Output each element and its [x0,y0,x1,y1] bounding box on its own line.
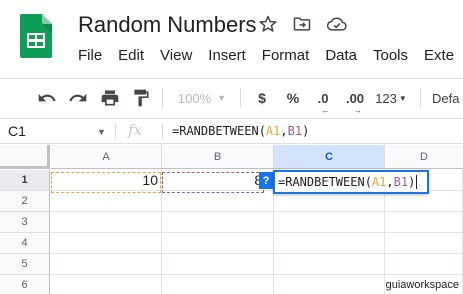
increase-decimal-button[interactable]: .00 → [341,79,369,117]
formula-bar-divider [162,123,163,140]
menu-extensions[interactable]: Exte [424,47,454,64]
arrow-left-icon: ← [321,105,330,115]
toolbar-divider [420,88,421,108]
font-select[interactable]: Defa [432,79,463,117]
column-header-a[interactable]: A [51,145,162,169]
print-icon[interactable] [97,79,123,117]
row-header-6[interactable]: 6 [0,275,50,294]
number-format-select[interactable]: 123 ▼ [372,79,410,117]
number-format-label: 123 [375,90,397,106]
row-header-2[interactable]: 2 [0,191,50,212]
cell-d4[interactable] [385,233,463,254]
menu-file[interactable]: File [78,47,102,64]
decrease-decimal-label: .0 ← [317,90,330,115]
currency-format-button[interactable]: $ [252,79,272,117]
cell-a5[interactable] [51,254,162,275]
zoom-value: 100% [177,90,212,106]
cell-editor[interactable]: =RANDBETWEEN(A1, B1) [273,170,429,194]
cell-b6[interactable] [162,275,274,294]
cell-b3[interactable] [162,212,274,233]
menu-data[interactable]: Data [325,47,357,64]
cell-b2[interactable] [162,191,274,212]
name-box[interactable]: C1 [8,123,26,139]
menu-format[interactable]: Format [262,47,310,64]
chevron-down-icon[interactable]: ▼ [97,127,106,137]
cell-b4[interactable] [162,233,274,254]
formula-input[interactable]: =RANDBETWEEN(A1,B1) [172,124,309,138]
cell-a4[interactable] [51,233,162,254]
toolbar: 100% ▼ $ % .0 ← .00 → 123 ▼ Defa [0,78,463,116]
paint-format-icon[interactable] [128,79,154,117]
select-all-corner[interactable] [0,145,50,169]
toolbar-divider [162,88,163,108]
cell-a6[interactable] [51,275,162,294]
star-icon[interactable] [258,14,278,34]
cell-c3[interactable] [274,212,385,233]
text-cursor [416,175,418,189]
watermark: guiaworkspace [385,279,459,291]
move-folder-icon[interactable] [292,14,312,34]
cell-b5[interactable] [162,254,274,275]
menu-view[interactable]: View [160,47,192,64]
cell-c6[interactable] [274,275,385,294]
cell-d3[interactable] [385,212,463,233]
cell-d5[interactable] [385,254,463,275]
row-header-1[interactable]: 1 [0,170,50,191]
cell-c4[interactable] [274,233,385,254]
zoom-select[interactable]: 100% ▼ [172,79,232,117]
cell-c5[interactable] [274,254,385,275]
cell-a2[interactable] [51,191,162,212]
chevron-down-icon: ▼ [217,93,227,103]
increase-decimal-label: .00 → [345,90,365,115]
range-highlight-a1 [51,172,161,193]
spreadsheet-grid: A B C D 1 2 3 4 5 6 10 80 ? =RANDBETWEEN… [0,145,463,294]
menu-bar: File Edit View Insert Format Data Tools … [78,47,454,64]
menu-insert[interactable]: Insert [208,47,246,64]
column-header-c[interactable]: C [274,145,385,169]
arrow-right-icon: → [353,105,362,115]
cell-a3[interactable] [51,212,162,233]
undo-icon[interactable] [34,79,60,117]
range-highlight-b1 [162,172,264,193]
toolbar-divider [240,88,241,108]
redo-icon[interactable] [65,79,91,117]
font-label: Defa [432,90,460,106]
chevron-down-icon: ▼ [398,93,407,103]
decrease-decimal-button[interactable]: .0 ← [310,79,336,117]
currency-label: $ [258,90,266,106]
sheets-logo-icon[interactable] [20,14,52,58]
cell-d2[interactable] [385,191,463,212]
row-header-5[interactable]: 5 [0,254,50,275]
percent-label: % [286,90,300,106]
formula-help-button[interactable]: ? [259,172,273,189]
menu-tools[interactable]: Tools [373,47,408,64]
column-header-d[interactable]: D [385,145,463,169]
column-header-b[interactable]: B [162,145,274,169]
row-header-3[interactable]: 3 [0,212,50,233]
cell-c2[interactable] [274,191,385,212]
menu-edit[interactable]: Edit [118,47,144,64]
cloud-status-icon[interactable] [326,14,348,34]
fx-icon: fx [128,121,143,139]
formula-bar: C1 ▼ fx =RANDBETWEEN(A1,B1) [0,118,463,144]
row-header-4[interactable]: 4 [0,233,50,254]
percent-format-button[interactable]: % [283,79,303,117]
document-title[interactable]: Random Numbers [78,12,257,38]
formula-bar-divider [115,123,116,140]
